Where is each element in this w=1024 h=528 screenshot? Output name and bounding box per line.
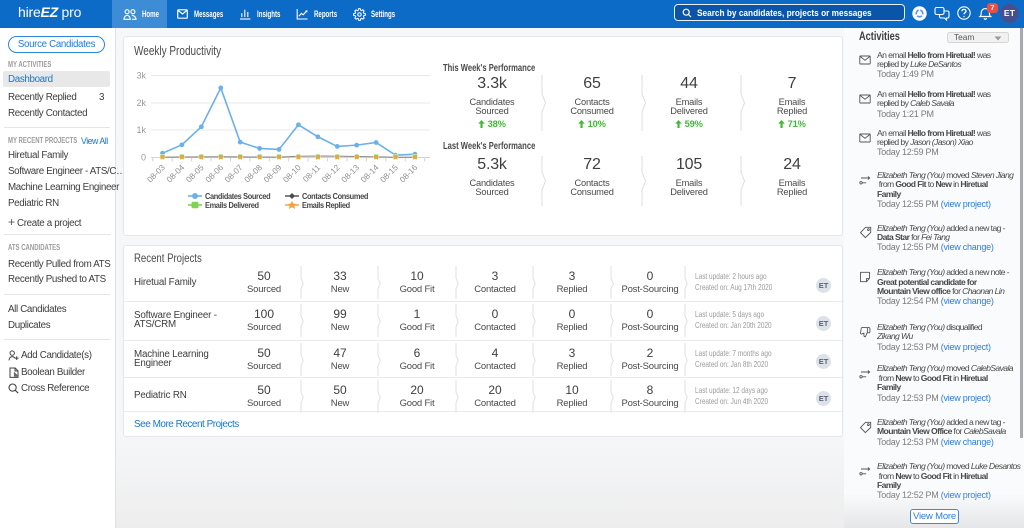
svg-text:08-04: 08-04 [164, 162, 186, 184]
svg-text:08-10: 08-10 [281, 162, 303, 184]
svg-text:08-03: 08-03 [145, 162, 167, 184]
svg-text:08-14: 08-14 [358, 162, 380, 184]
svg-text:1k: 1k [136, 125, 146, 135]
svg-text:08-15: 08-15 [378, 162, 400, 184]
svg-text:08-16: 08-16 [397, 162, 419, 184]
svg-text:08-08: 08-08 [242, 162, 264, 184]
svg-text:08-11: 08-11 [301, 162, 323, 184]
svg-text:0: 0 [141, 153, 146, 163]
svg-text:08-07: 08-07 [223, 162, 245, 184]
svg-text:08-13: 08-13 [339, 162, 361, 184]
svg-text:3k: 3k [136, 71, 146, 81]
svg-text:08-12: 08-12 [320, 162, 342, 184]
svg-text:2k: 2k [136, 98, 146, 108]
svg-text:08-05: 08-05 [184, 162, 206, 184]
svg-text:08-06: 08-06 [203, 162, 225, 184]
svg-text:08-09: 08-09 [261, 162, 283, 184]
